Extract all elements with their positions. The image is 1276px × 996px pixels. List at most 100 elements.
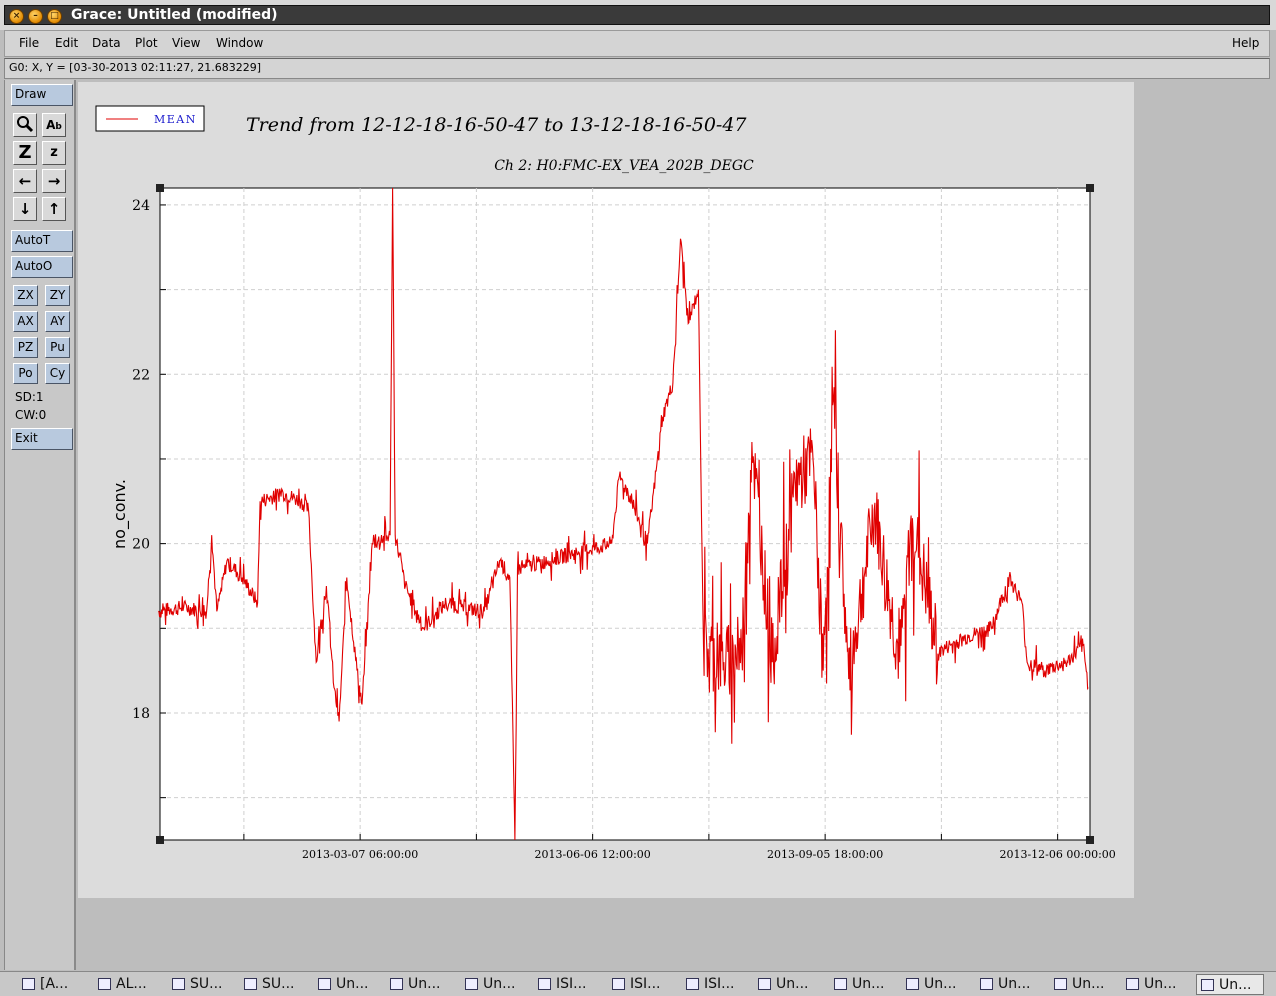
selection-handle-tr[interactable] (1086, 184, 1094, 192)
taskbar-item-label: SU... (262, 976, 295, 992)
taskbar-item-label: Un... (483, 976, 516, 992)
pu-button[interactable]: Pu (45, 337, 70, 358)
taskbar-item-label: Un... (1219, 977, 1252, 993)
y-tick-label: 18 (132, 706, 150, 722)
sd-status: SD:1 (15, 390, 44, 404)
locator-display: G0: X, Y = [03-30-2013 02:11:27, 21.6832… (4, 58, 1270, 79)
plot-page[interactable]: MEAN Trend from 12-12-18-16-50-47 to 13-… (78, 82, 1134, 898)
taskbar-item[interactable]: Un... (976, 974, 1042, 995)
window-icon (980, 978, 993, 990)
zoom-in-z-icon[interactable]: Z (13, 141, 37, 165)
taskbar-item[interactable]: Un... (754, 974, 820, 995)
pz-button[interactable]: PZ (13, 337, 38, 358)
taskbar-item[interactable]: Un... (902, 974, 968, 995)
ay-button[interactable]: AY (45, 311, 70, 332)
po-button[interactable]: Po (13, 363, 38, 384)
menu-plot[interactable]: Plot (135, 36, 158, 50)
window-icon (244, 978, 257, 990)
taskbar-item-label: Un... (336, 976, 369, 992)
chart-svg[interactable]: MEAN Trend from 12-12-18-16-50-47 to 13-… (78, 82, 1134, 898)
menu-data[interactable]: Data (92, 36, 121, 50)
window-icon (1126, 978, 1139, 990)
window-titlebar[interactable]: × – □ Grace: Untitled (modified) (0, 0, 1276, 30)
taskbar-item-label: [A... (40, 976, 69, 992)
arrow-left-icon[interactable]: ← (13, 169, 37, 193)
window-icon (906, 978, 919, 990)
zy-button[interactable]: ZY (45, 285, 70, 306)
taskbar-item[interactable]: Un... (830, 974, 896, 995)
arrow-down-icon[interactable]: ↓ (13, 197, 37, 221)
taskbar-item[interactable]: ISI... (534, 974, 600, 995)
taskbar-item[interactable]: ISI... (682, 974, 748, 995)
cw-status: CW:0 (15, 408, 47, 422)
arrow-up-icon[interactable]: ↑ (42, 197, 66, 221)
window-icon (1201, 979, 1214, 991)
taskbar-item-label: Un... (998, 976, 1031, 992)
taskbar-item-label: AL... (116, 976, 147, 992)
legend-label: MEAN (154, 113, 197, 126)
selection-handle-bl[interactable] (156, 836, 164, 844)
window-icon (686, 978, 699, 990)
x-tick-label: 2013-09-05 18:00:00 (767, 848, 883, 861)
menu-window[interactable]: Window (216, 36, 263, 50)
taskbar-item[interactable]: Un... (1196, 974, 1264, 995)
close-window-icon[interactable]: × (9, 9, 24, 24)
taskbar: [A... AL... SU... SU... Un... Un... Un... ISI..… (0, 971, 1276, 996)
taskbar-item[interactable]: ISI... (608, 974, 674, 995)
window-icon (465, 978, 478, 990)
selection-handle-br[interactable] (1086, 836, 1094, 844)
cy-button[interactable]: Cy (45, 363, 70, 384)
selection-handle-tl[interactable] (156, 184, 164, 192)
x-tick-label: 2013-12-06 00:00:00 (999, 848, 1115, 861)
menu-edit[interactable]: Edit (55, 36, 78, 50)
taskbar-item[interactable]: AL... (94, 974, 160, 995)
taskbar-item-label: SU... (190, 976, 223, 992)
menu-file[interactable]: File (19, 36, 39, 50)
y-axis-label: no_conv. (110, 479, 130, 549)
taskbar-item[interactable]: [A... (18, 974, 84, 995)
taskbar-item-label: Un... (408, 976, 441, 992)
chart-title: Trend from 12-12-18-16-50-47 to 13-12-18… (246, 114, 747, 136)
window-icon (538, 978, 551, 990)
window-icon (318, 978, 331, 990)
taskbar-item-label: ISI... (630, 976, 661, 992)
text-edit-icon[interactable]: Ab (42, 113, 66, 137)
window-title: Grace: Untitled (modified) (71, 7, 278, 23)
x-tick-label: 2013-03-07 06:00:00 (302, 848, 418, 861)
taskbar-item[interactable]: SU... (240, 974, 306, 995)
maximize-window-icon[interactable]: □ (47, 9, 62, 24)
draw-button[interactable]: Draw (11, 84, 73, 106)
minimize-window-icon[interactable]: – (28, 9, 43, 24)
taskbar-item-label: ISI... (556, 976, 587, 992)
taskbar-item-label: Un... (924, 976, 957, 992)
autoo-button[interactable]: AutoO (11, 256, 73, 278)
taskbar-item[interactable]: Un... (1122, 974, 1188, 995)
window-icon (22, 978, 35, 990)
ax-button[interactable]: AX (13, 311, 38, 332)
autot-button[interactable]: AutoT (11, 230, 73, 252)
y-tick-label: 20 (132, 537, 150, 553)
window-icon (758, 978, 771, 990)
taskbar-item-label: Un... (1144, 976, 1177, 992)
y-tick-label: 22 (132, 367, 150, 383)
zx-button[interactable]: ZX (13, 285, 38, 306)
exit-button[interactable]: Exit (11, 428, 73, 450)
zoom-icon[interactable] (13, 113, 37, 137)
menu-view[interactable]: View (172, 36, 200, 50)
taskbar-item-label: ISI... (704, 976, 735, 992)
chart-subtitle: Ch 2: H0:FMC-EX_VEA_202B_DEGC (494, 158, 754, 174)
taskbar-item[interactable]: Un... (461, 974, 527, 995)
taskbar-item[interactable]: Un... (386, 974, 452, 995)
taskbar-item-label: Un... (776, 976, 809, 992)
arrow-right-icon[interactable]: → (42, 169, 66, 193)
taskbar-item[interactable]: SU... (168, 974, 234, 995)
taskbar-item[interactable]: Un... (1050, 974, 1116, 995)
window-icon (390, 978, 403, 990)
window-icon (172, 978, 185, 990)
window-icon (834, 978, 847, 990)
window-icon (612, 978, 625, 990)
taskbar-item[interactable]: Un... (314, 974, 380, 995)
menu-help[interactable]: Help (1232, 36, 1259, 50)
zoom-out-z-icon[interactable]: z (42, 141, 66, 165)
window-icon (98, 978, 111, 990)
